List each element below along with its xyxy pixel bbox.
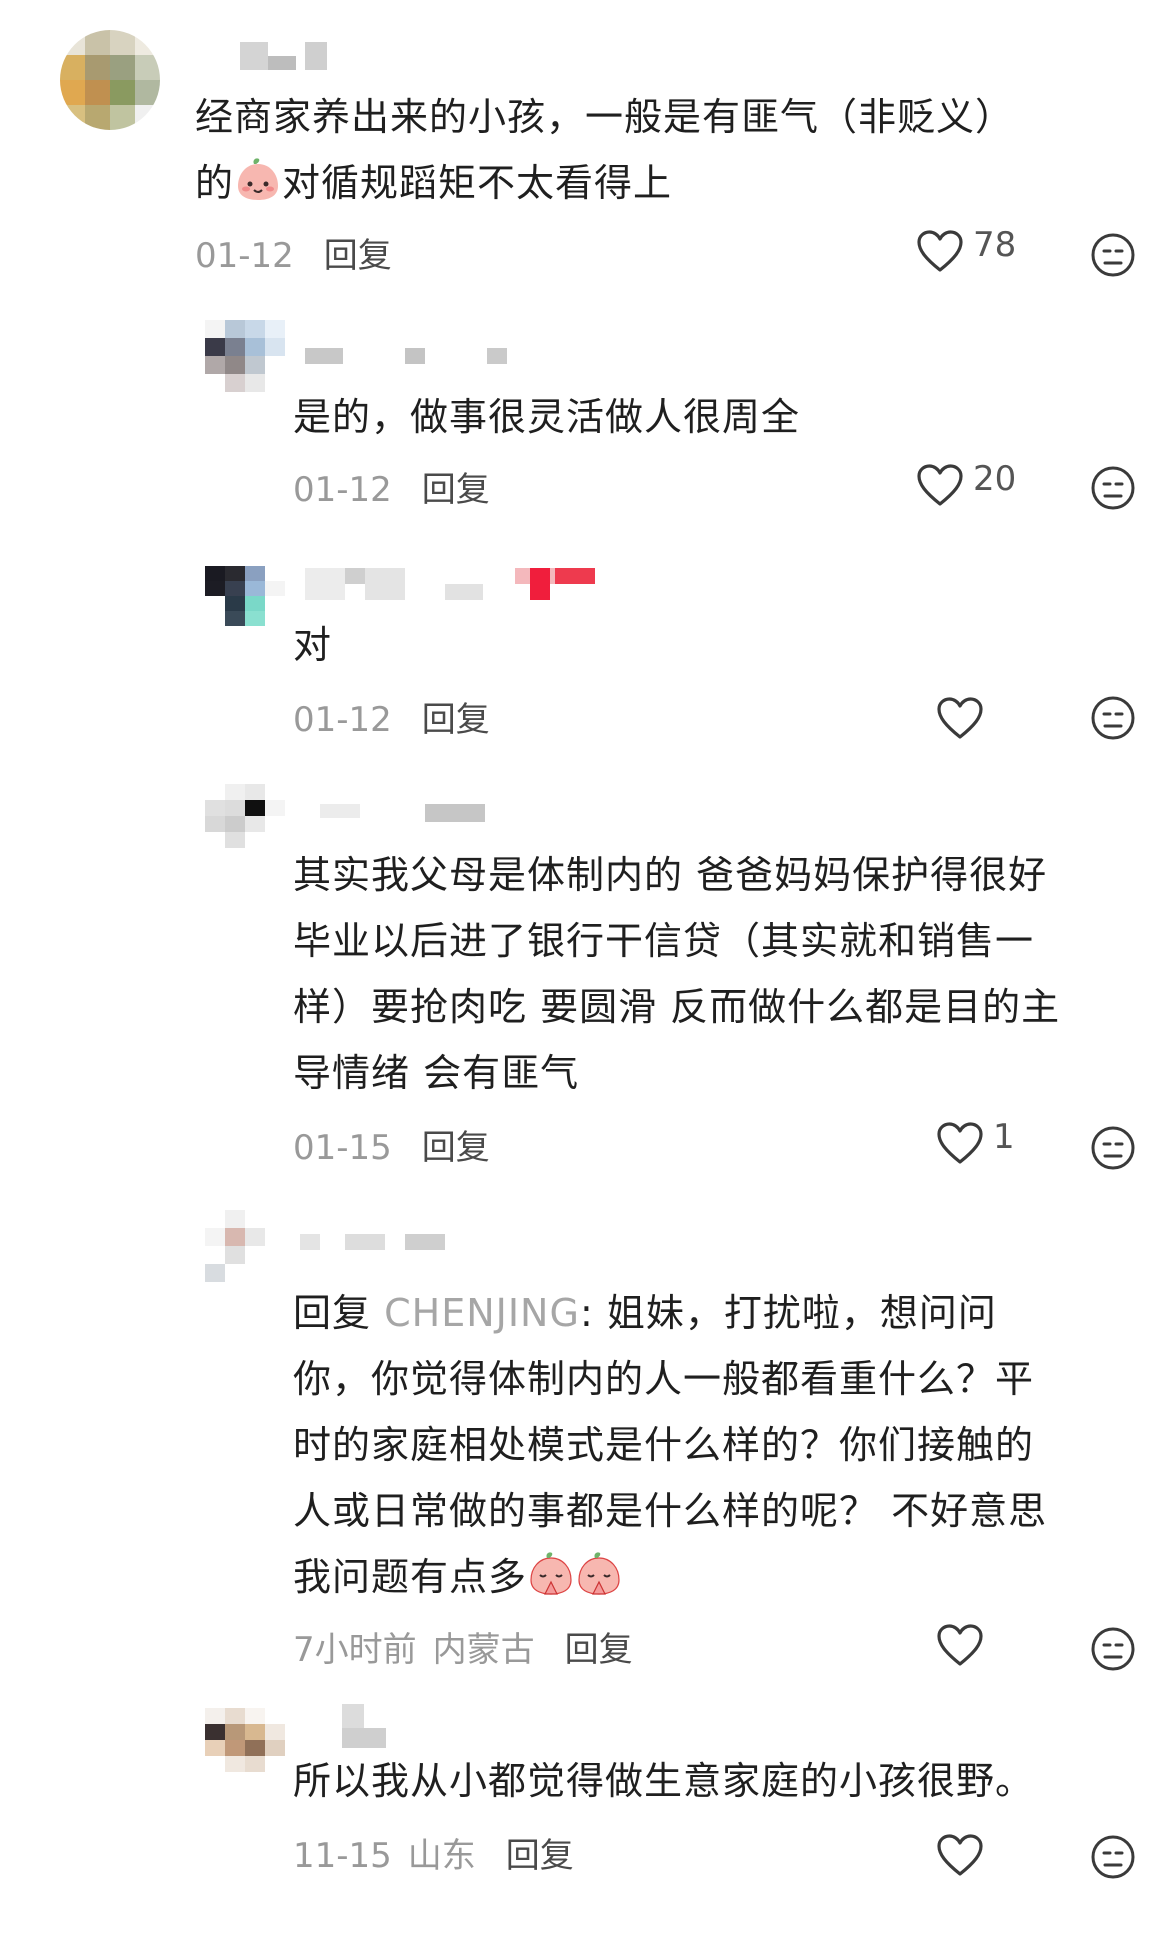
- avatar[interactable]: [205, 1210, 285, 1282]
- dislike-button[interactable]: [1090, 465, 1136, 511]
- reply-target-username[interactable]: CHENJING: [384, 1291, 580, 1335]
- like-button[interactable]: 1: [935, 1117, 1015, 1166]
- heart-outline-icon: [937, 697, 983, 739]
- like-count: 20: [973, 459, 1017, 499]
- username[interactable]: [342, 1704, 422, 1748]
- comment-date: 7小时前: [293, 1630, 417, 1670]
- peach-face-emoji: [238, 158, 279, 200]
- heart-outline-icon: [917, 464, 963, 506]
- comment-meta: 01-12 回复: [293, 462, 490, 511]
- username[interactable]: [240, 42, 340, 72]
- like-button[interactable]: [935, 695, 985, 741]
- reply-button[interactable]: 回复: [324, 236, 392, 276]
- dislike-button[interactable]: [1090, 695, 1136, 741]
- like-count: 1: [993, 1117, 1015, 1157]
- comment-5: 回复 CHENJING: 姐妹，打扰啦，想问问 你，你觉得体制内的人一般都看重什…: [0, 1210, 1170, 1672]
- avatar[interactable]: [60, 30, 160, 130]
- like-button[interactable]: 78: [915, 225, 1017, 274]
- meh-face-icon: [1091, 233, 1135, 277]
- meh-face-icon: [1091, 696, 1135, 740]
- comment-text: 其实我父母是体制内的 爸爸妈妈保护得很好 毕业以后进了银行干信贷（其实就和销售一…: [293, 853, 1061, 1095]
- heart-outline-icon: [937, 1834, 983, 1876]
- reply-prefix: 回复: [293, 1291, 385, 1335]
- like-button[interactable]: 20: [915, 459, 1017, 508]
- like-button[interactable]: [935, 1832, 985, 1878]
- comment-text: 所以我从小都觉得做生意家庭的小孩很野。: [293, 1759, 1035, 1803]
- reply-button[interactable]: 回复: [422, 470, 490, 510]
- dislike-button[interactable]: [1090, 1626, 1136, 1672]
- username[interactable]: [300, 1234, 480, 1264]
- comment-1: 经商家养出来的小孩，一般是有匪气（非贬义） 的对循规蹈矩不太看得上 01-12 回…: [0, 0, 1170, 290]
- comment-meta: 01-12 回复: [195, 228, 392, 277]
- meh-face-icon: [1091, 466, 1135, 510]
- reply-button[interactable]: 回复: [565, 1630, 633, 1670]
- comment-meta: 01-12 回复: [293, 692, 490, 741]
- dislike-button[interactable]: [1090, 1125, 1136, 1171]
- comment-date: 01-12: [195, 236, 294, 276]
- username[interactable]: [320, 804, 520, 834]
- meh-face-icon: [1091, 1126, 1135, 1170]
- like-button[interactable]: [935, 1622, 985, 1668]
- username[interactable]: [305, 568, 615, 600]
- comment-meta: 11-15 山东 回复: [293, 1828, 574, 1877]
- comment-6: 所以我从小都觉得做生意家庭的小孩很野。 11-15 山东 回复: [0, 1700, 1170, 1920]
- comment-text: 是的，做事很灵活做人很周全: [293, 395, 801, 439]
- username[interactable]: [305, 348, 525, 378]
- comment-date: 01-15: [293, 1128, 392, 1168]
- heart-outline-icon: [917, 230, 963, 272]
- avatar[interactable]: [205, 320, 285, 392]
- comment-date: 11-15: [293, 1836, 392, 1876]
- reply-button[interactable]: 回复: [422, 700, 490, 740]
- meh-face-icon: [1091, 1627, 1135, 1671]
- avatar[interactable]: [205, 566, 285, 626]
- comment-2: 是的，做事很灵活做人很周全 01-12 回复 20: [0, 320, 1170, 520]
- comment-meta: 01-15 回复: [293, 1120, 490, 1169]
- peach-praying-emoji: [530, 1552, 572, 1595]
- dislike-button[interactable]: [1090, 1834, 1136, 1880]
- comment-date: 01-12: [293, 700, 392, 740]
- avatar[interactable]: [205, 1708, 285, 1772]
- comment-location: 内蒙古: [432, 1630, 535, 1670]
- like-count: 78: [973, 225, 1017, 265]
- comment-text: 回复 CHENJING: 姐妹，打扰啦，想问问 你，你觉得体制内的人一般都看重什…: [293, 1291, 1048, 1599]
- comment-3: 对 01-12 回复: [0, 550, 1170, 750]
- comment-date: 01-12: [293, 470, 392, 510]
- reply-button[interactable]: 回复: [506, 1836, 574, 1876]
- comment-meta: 7小时前 内蒙古 回复: [293, 1622, 633, 1671]
- heart-outline-icon: [937, 1624, 983, 1666]
- comment-location: 山东: [407, 1836, 476, 1876]
- heart-outline-icon: [937, 1122, 983, 1164]
- comment-text: 经商家养出来的小孩，一般是有匪气（非贬义） 的对循规蹈矩不太看得上: [195, 95, 1015, 205]
- meh-face-icon: [1091, 1835, 1135, 1879]
- peach-praying-emoji: [578, 1552, 620, 1595]
- comment-text: 对: [293, 623, 333, 667]
- dislike-button[interactable]: [1090, 232, 1136, 278]
- avatar[interactable]: [205, 784, 285, 848]
- comment-4: 其实我父母是体制内的 爸爸妈妈保护得很好 毕业以后进了银行干信贷（其实就和销售一…: [0, 780, 1170, 1180]
- reply-button[interactable]: 回复: [422, 1128, 490, 1168]
